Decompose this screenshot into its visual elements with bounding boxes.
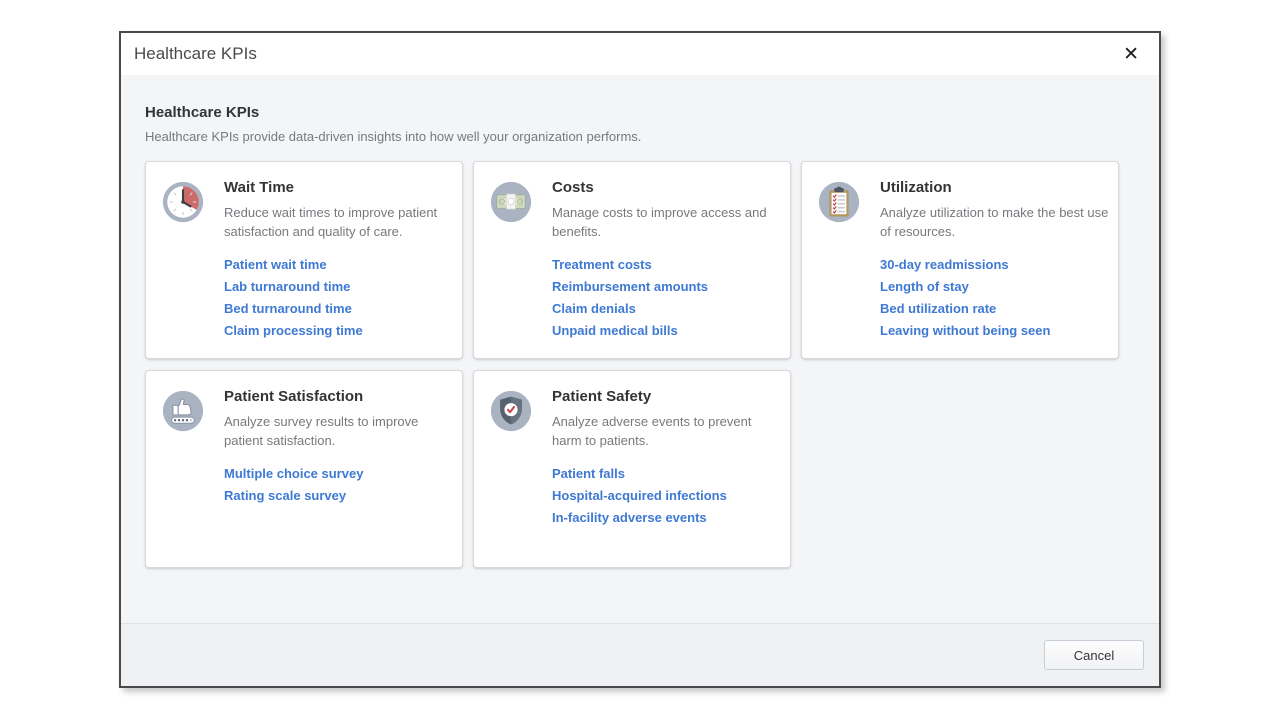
kpi-link-bed-turnaround-time[interactable]: Bed turnaround time xyxy=(224,302,454,315)
clipboard-checklist-icon xyxy=(818,181,860,223)
dialog-titlebar: Healthcare KPIs ✕ xyxy=(121,33,1159,75)
page-subtitle: Healthcare KPIs provide data-driven insi… xyxy=(145,129,1135,144)
card-description: Analyze adverse events to prevent harm t… xyxy=(552,412,782,450)
card-title: Utilization xyxy=(880,179,1110,196)
cancel-button[interactable]: Cancel xyxy=(1044,640,1144,670)
close-icon[interactable]: ✕ xyxy=(1119,43,1143,66)
kpi-link-treatment-costs[interactable]: Treatment costs xyxy=(552,258,782,271)
kpi-link-bed-utilization-rate[interactable]: Bed utilization rate xyxy=(880,302,1110,315)
kpi-card-wait-time: Wait Time Reduce wait times to improve p… xyxy=(145,161,463,359)
card-content: Utilization Analyze utilization to make … xyxy=(880,179,1110,346)
kpi-link-claim-processing-time[interactable]: Claim processing time xyxy=(224,324,454,337)
kpi-link-multiple-choice-survey[interactable]: Multiple choice survey xyxy=(224,467,454,480)
card-description: Analyze survey results to improve patien… xyxy=(224,412,454,450)
kpi-link-lab-turnaround-time[interactable]: Lab turnaround time xyxy=(224,280,454,293)
kpi-link-unpaid-medical-bills[interactable]: Unpaid medical bills xyxy=(552,324,782,337)
kpi-link-rating-scale-survey[interactable]: Rating scale survey xyxy=(224,489,454,502)
kpi-link-patient-falls[interactable]: Patient falls xyxy=(552,467,782,480)
kpi-card-grid: Wait Time Reduce wait times to improve p… xyxy=(145,161,1135,568)
kpi-link-patient-wait-time[interactable]: Patient wait time xyxy=(224,258,454,271)
kpi-link-reimbursement-amounts[interactable]: Reimbursement amounts xyxy=(552,280,782,293)
kpi-link-hospital-acquired-infections[interactable]: Hospital-acquired infections xyxy=(552,489,782,502)
healthcare-kpis-dialog: Healthcare KPIs ✕ Healthcare KPIs Health… xyxy=(119,31,1161,688)
clock-icon xyxy=(162,181,204,223)
thumbs-up-rating-icon xyxy=(162,390,204,432)
dialog-footer: Cancel xyxy=(121,623,1159,686)
card-title: Wait Time xyxy=(224,179,454,196)
card-content: Costs Manage costs to improve access and… xyxy=(552,179,782,346)
money-icon xyxy=(490,181,532,223)
kpi-link-length-of-stay[interactable]: Length of stay xyxy=(880,280,1110,293)
card-content: Patient Safety Analyze adverse events to… xyxy=(552,388,782,533)
kpi-link-in-facility-adverse-events[interactable]: In-facility adverse events xyxy=(552,511,782,524)
kpi-card-costs: Costs Manage costs to improve access and… xyxy=(473,161,791,359)
kpi-card-patient-safety: Patient Safety Analyze adverse events to… xyxy=(473,370,791,568)
card-content: Wait Time Reduce wait times to improve p… xyxy=(224,179,454,346)
kpi-link-30-day-readmissions[interactable]: 30-day readmissions xyxy=(880,258,1110,271)
dialog-body: Healthcare KPIs Healthcare KPIs provide … xyxy=(121,75,1159,623)
kpi-link-claim-denials[interactable]: Claim denials xyxy=(552,302,782,315)
card-title: Costs xyxy=(552,179,782,196)
page-title: Healthcare KPIs xyxy=(145,104,1135,121)
card-description: Reduce wait times to improve patient sat… xyxy=(224,203,454,241)
shield-check-icon xyxy=(490,390,532,432)
card-description: Analyze utilization to make the best use… xyxy=(880,203,1110,241)
card-title: Patient Safety xyxy=(552,388,782,405)
card-description: Manage costs to improve access and benef… xyxy=(552,203,782,241)
kpi-link-leaving-without-being-seen[interactable]: Leaving without being seen xyxy=(880,324,1110,337)
dialog-title: Healthcare KPIs xyxy=(134,44,257,64)
kpi-card-patient-satisfaction: Patient Satisfaction Analyze survey resu… xyxy=(145,370,463,568)
card-title: Patient Satisfaction xyxy=(224,388,454,405)
kpi-card-utilization: Utilization Analyze utilization to make … xyxy=(801,161,1119,359)
card-content: Patient Satisfaction Analyze survey resu… xyxy=(224,388,454,511)
